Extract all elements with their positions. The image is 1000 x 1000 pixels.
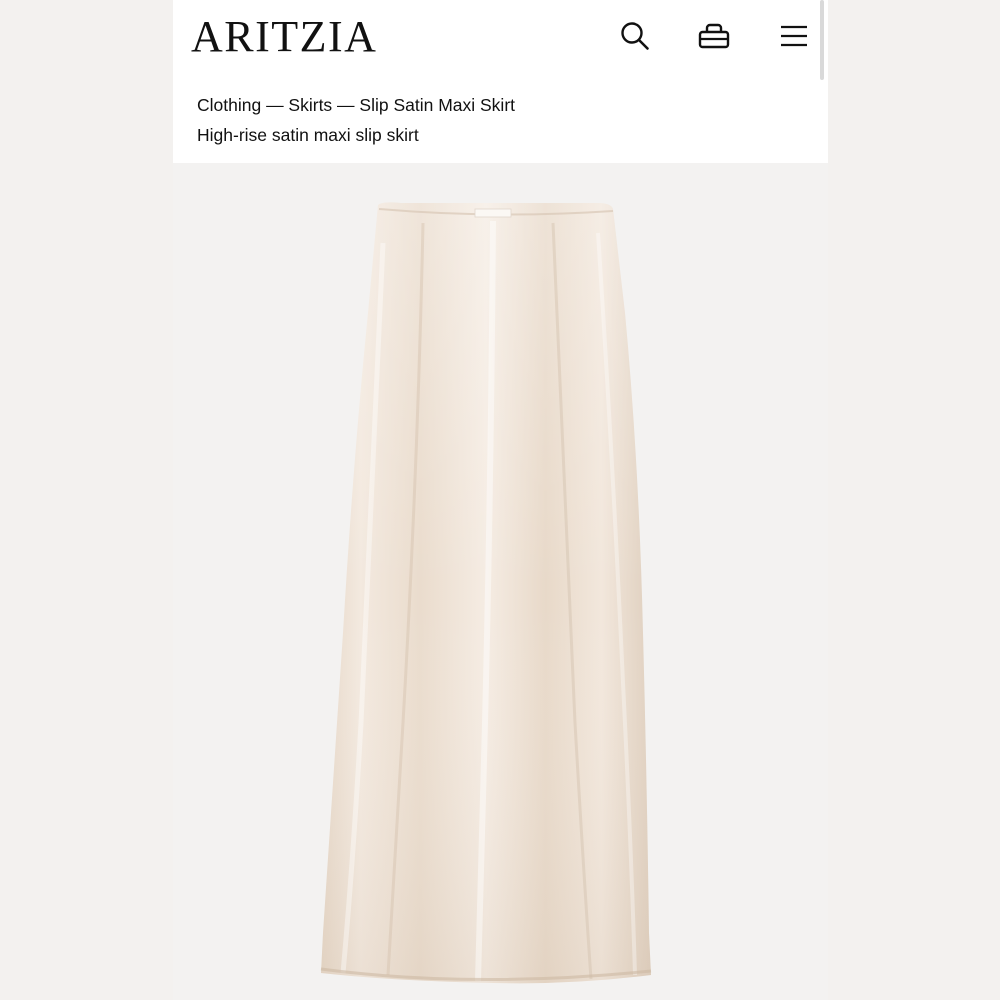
breadcrumb[interactable]: Clothing — Skirts — Slip Satin Maxi Skir… (197, 92, 804, 118)
shopping-bag-button[interactable] (696, 18, 732, 54)
menu-icon (781, 25, 807, 47)
search-icon (621, 22, 649, 50)
page: ARITZIA Clothing — Skirts — Slip Satin M… (0, 0, 1000, 1000)
site-header: ARITZIA (173, 0, 828, 80)
product-image[interactable] (173, 163, 828, 1000)
scrollbar[interactable] (820, 0, 824, 80)
product-heading: Clothing — Skirts — Slip Satin Maxi Skir… (173, 80, 828, 163)
bag-icon (698, 23, 730, 49)
product-screen: ARITZIA Clothing — Skirts — Slip Satin M… (173, 0, 828, 1000)
product-subtitle: High-rise satin maxi slip skirt (197, 125, 419, 145)
menu-button[interactable] (776, 18, 812, 54)
brand-logo[interactable]: ARITZIA (191, 12, 377, 62)
search-button[interactable] (617, 18, 653, 54)
skirt-image (320, 202, 652, 984)
